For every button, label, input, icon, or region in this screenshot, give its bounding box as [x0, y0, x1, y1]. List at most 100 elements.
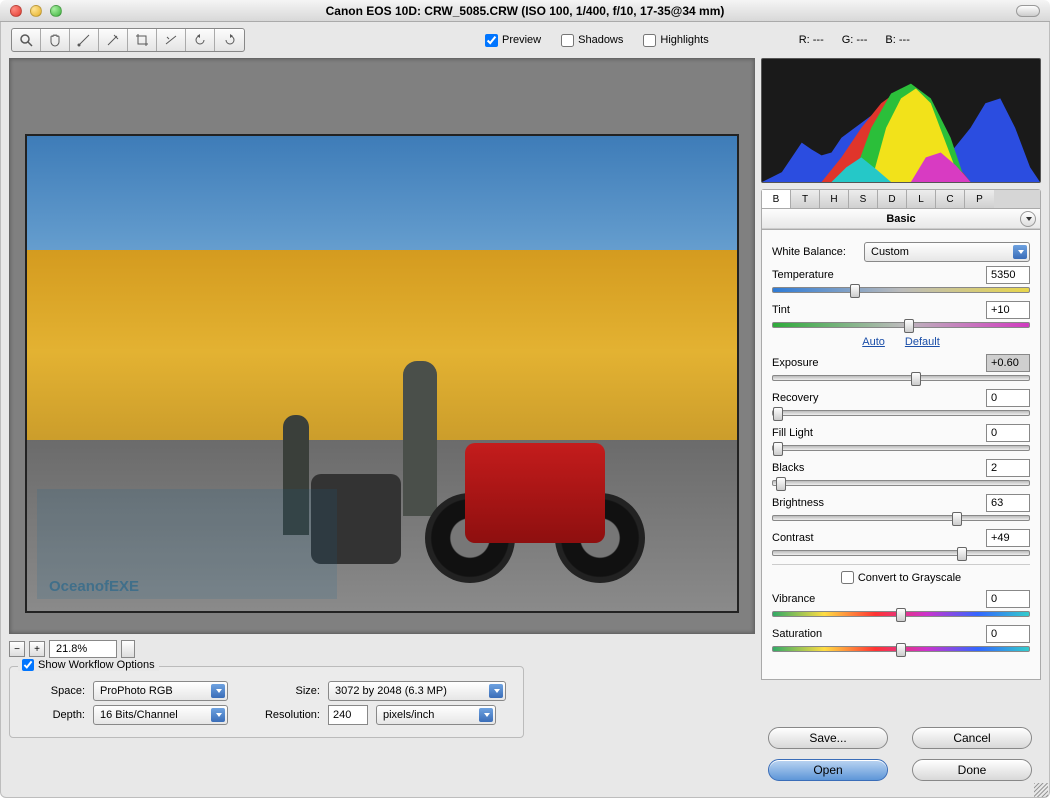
zoom-out-button[interactable]: − — [9, 641, 25, 657]
zoom-in-button[interactable]: + — [29, 641, 45, 657]
brightness-label: Brightness — [772, 497, 824, 509]
window-titlebar: Canon EOS 10D: CRW_5085.CRW (ISO 100, 1/… — [0, 0, 1050, 22]
blacks-label: Blacks — [772, 462, 804, 474]
fill-light-slider[interactable] — [772, 445, 1030, 451]
brightness-value[interactable] — [986, 494, 1030, 512]
tab-basic[interactable]: B — [762, 190, 791, 208]
zoom-value-field[interactable]: 21.8% — [49, 640, 117, 658]
exposure-slider[interactable] — [772, 375, 1030, 381]
open-button[interactable]: Open — [768, 759, 888, 781]
contrast-value[interactable] — [986, 529, 1030, 547]
highlights-checkbox-label: Highlights — [660, 34, 708, 46]
tab-lens[interactable]: L — [907, 190, 936, 208]
minimize-window-button[interactable] — [30, 5, 42, 17]
contrast-slider[interactable] — [772, 550, 1030, 556]
traffic-lights — [0, 5, 62, 17]
recovery-label: Recovery — [772, 392, 818, 404]
straighten-tool-button[interactable] — [157, 29, 186, 51]
color-sampler-tool-button[interactable] — [99, 29, 128, 51]
depth-select[interactable]: 16 Bits/Channel — [93, 705, 228, 725]
crop-tool-button[interactable] — [128, 29, 157, 51]
readout-b: B: --- — [885, 34, 909, 46]
tool-strip — [11, 28, 245, 52]
resolution-label: Resolution: — [248, 709, 320, 721]
zoom-value-text: 21.8% — [56, 643, 87, 655]
white-balance-label: White Balance: — [772, 246, 858, 258]
histogram[interactable] — [761, 58, 1041, 183]
blacks-slider[interactable] — [772, 480, 1030, 486]
white-balance-select[interactable]: Custom — [864, 242, 1030, 262]
toolbar-toggle-button[interactable] — [1016, 5, 1040, 17]
readout-r: R: --- — [799, 34, 824, 46]
convert-grayscale-label: Convert to Grayscale — [858, 572, 961, 584]
brightness-slider[interactable] — [772, 515, 1030, 521]
vibrance-slider[interactable] — [772, 611, 1030, 617]
image-preview: OceanofEXE — [25, 134, 739, 613]
space-label: Space: — [22, 685, 85, 697]
hand-tool-button[interactable] — [41, 29, 70, 51]
resolution-input[interactable] — [328, 705, 368, 725]
watermark-text: OceanofEXE — [49, 578, 139, 595]
blacks-value[interactable] — [986, 459, 1030, 477]
workflow-options-label: Show Workflow Options — [38, 659, 155, 671]
readout-g: G: --- — [842, 34, 868, 46]
zoom-stepper[interactable] — [121, 640, 135, 658]
workflow-options-group: Show Workflow Options Space:ProPhoto RGB… — [9, 666, 524, 738]
depth-label: Depth: — [22, 709, 85, 721]
panel-title: Basic — [886, 213, 915, 225]
done-button[interactable]: Done — [912, 759, 1032, 781]
saturation-slider[interactable] — [772, 646, 1030, 652]
white-balance-tool-button[interactable] — [70, 29, 99, 51]
window-title: Canon EOS 10D: CRW_5085.CRW (ISO 100, 1/… — [0, 4, 1050, 18]
recovery-slider[interactable] — [772, 410, 1030, 416]
vibrance-label: Vibrance — [772, 593, 815, 605]
temperature-slider[interactable] — [772, 287, 1030, 293]
exposure-label: Exposure — [772, 357, 818, 369]
vibrance-value[interactable] — [986, 590, 1030, 608]
tab-hsl[interactable]: H — [820, 190, 849, 208]
convert-grayscale-checkbox[interactable]: Convert to Grayscale — [772, 571, 1030, 584]
temperature-label: Temperature — [772, 269, 834, 281]
space-select[interactable]: ProPhoto RGB — [93, 681, 228, 701]
temperature-value[interactable] — [986, 266, 1030, 284]
close-window-button[interactable] — [10, 5, 22, 17]
rotate-cw-button[interactable] — [215, 29, 244, 51]
tint-label: Tint — [772, 304, 790, 316]
shadows-checkbox-label: Shadows — [578, 34, 623, 46]
tab-detail[interactable]: D — [878, 190, 907, 208]
rgb-readout: R: --- G: --- B: --- — [799, 34, 910, 46]
default-link[interactable]: Default — [905, 336, 940, 348]
exposure-value[interactable] — [986, 354, 1030, 372]
tab-split-toning[interactable]: S — [849, 190, 878, 208]
zoom-tool-button[interactable] — [12, 29, 41, 51]
shadows-checkbox[interactable]: Shadows — [561, 34, 623, 47]
resolution-unit-select[interactable]: pixels/inch — [376, 705, 496, 725]
tint-slider[interactable] — [772, 322, 1030, 328]
contrast-label: Contrast — [772, 532, 814, 544]
preview-checkbox-label: Preview — [502, 34, 541, 46]
resize-grip[interactable] — [1034, 783, 1048, 797]
basic-panel: White Balance: Custom Temperature Tint A… — [761, 230, 1041, 680]
tab-presets[interactable]: P — [965, 190, 994, 208]
zoom-window-button[interactable] — [50, 5, 62, 17]
workflow-options-checkbox[interactable] — [22, 659, 34, 671]
preview-checkbox[interactable]: Preview — [485, 34, 541, 47]
saturation-label: Saturation — [772, 628, 822, 640]
tab-calibration[interactable]: C — [936, 190, 965, 208]
auto-link[interactable]: Auto — [862, 336, 885, 348]
image-preview-panel[interactable]: OceanofEXE — [9, 58, 755, 634]
size-label: Size: — [248, 685, 320, 697]
recovery-value[interactable] — [986, 389, 1030, 407]
fill-light-value[interactable] — [986, 424, 1030, 442]
panel-menu-button[interactable] — [1020, 211, 1036, 227]
highlights-checkbox[interactable]: Highlights — [643, 34, 708, 47]
save-button[interactable]: Save... — [768, 727, 888, 749]
adjustment-tabs: B T H S D L C P — [762, 190, 1040, 209]
rotate-ccw-button[interactable] — [186, 29, 215, 51]
fill-light-label: Fill Light — [772, 427, 813, 439]
tab-tone-curve[interactable]: T — [791, 190, 820, 208]
tint-value[interactable] — [986, 301, 1030, 319]
size-select[interactable]: 3072 by 2048 (6.3 MP) — [328, 681, 506, 701]
saturation-value[interactable] — [986, 625, 1030, 643]
cancel-button[interactable]: Cancel — [912, 727, 1032, 749]
